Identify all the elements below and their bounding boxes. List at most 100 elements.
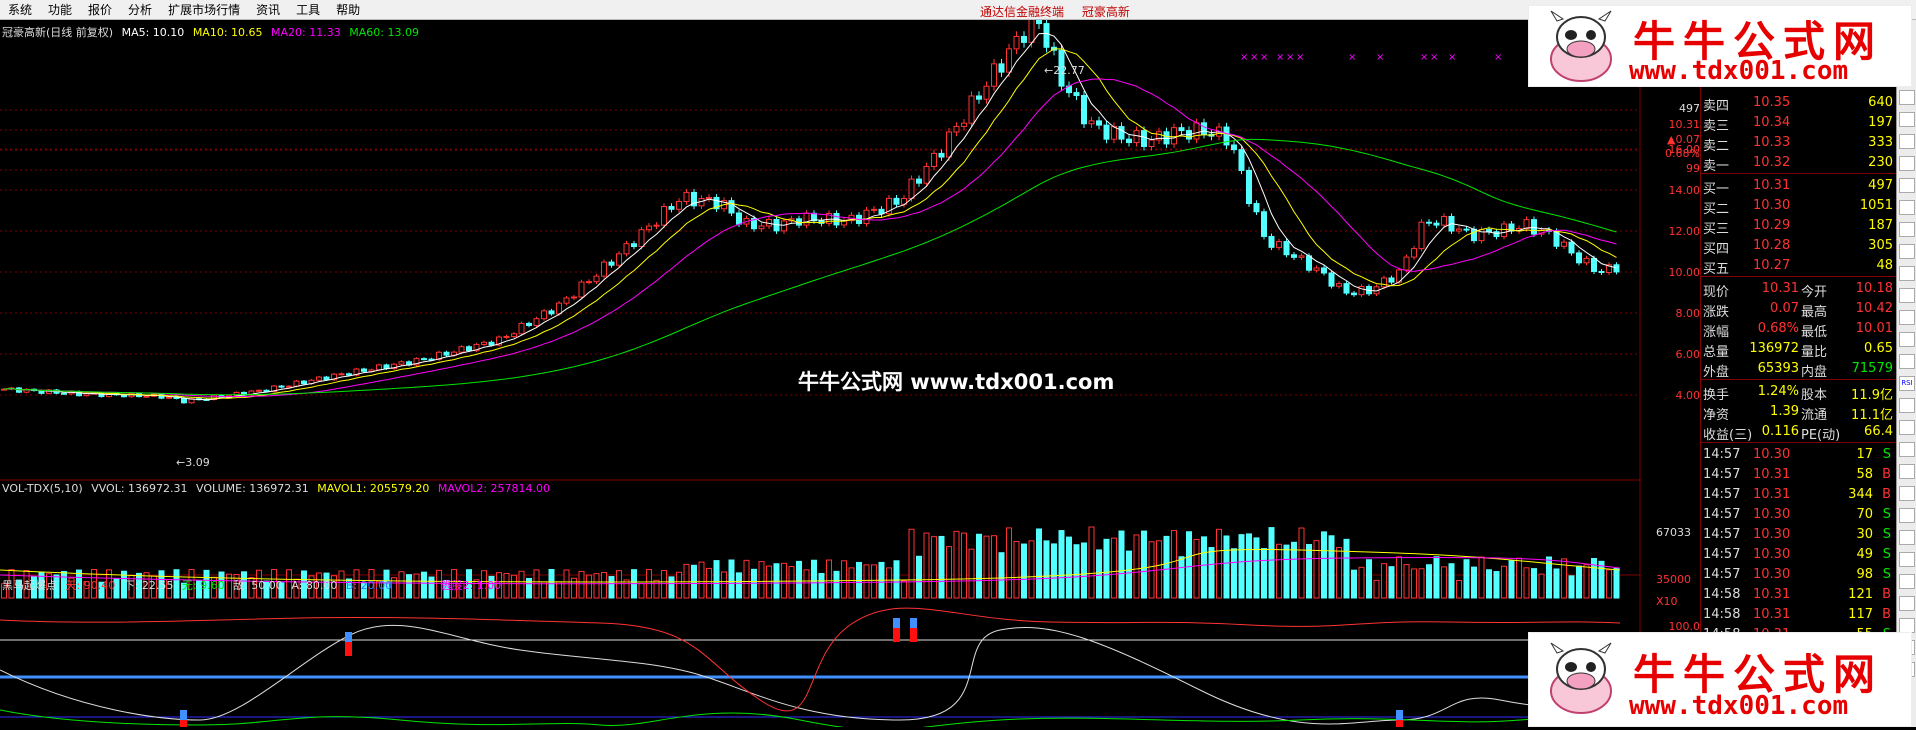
volume-bar [1253, 537, 1260, 599]
ma60-label: MA60: 13.09 [349, 26, 419, 39]
candle-body [1426, 221, 1432, 224]
volume-bar [676, 571, 682, 599]
toolbar-button[interactable] [1899, 332, 1915, 347]
toolbar-button[interactable] [1899, 178, 1915, 193]
volume-bar [1036, 528, 1042, 599]
signal-marker: × [1276, 52, 1284, 63]
toolbar-button[interactable] [1899, 266, 1915, 281]
toolbar-button[interactable] [1899, 156, 1915, 171]
toolbar-button[interactable] [1899, 486, 1915, 501]
tick-price: 10.30 [1753, 547, 1791, 562]
toolbar-button[interactable] [1899, 354, 1915, 369]
candle-body [1351, 292, 1357, 296]
candle-body [1013, 35, 1020, 50]
stat-label: 总量 [1703, 345, 1730, 360]
menu-function[interactable]: 功能 [40, 1, 80, 18]
menu-analysis[interactable]: 分析 [120, 1, 160, 18]
ind-title: 黑马起爆点 [2, 579, 57, 592]
toolbar-button[interactable] [1899, 420, 1915, 435]
stat-row: 收益(三) 0.116 PE(动) 66.4 [1701, 422, 1897, 443]
candle-body [1253, 203, 1260, 213]
volume-bar [1463, 559, 1470, 599]
volume-bar [511, 574, 517, 599]
signal-marker: × [1348, 52, 1356, 63]
toolbar-button[interactable] [1899, 288, 1915, 303]
candle-body [1246, 169, 1252, 205]
ask-label: 卖四 [1703, 99, 1730, 114]
toolbar-button[interactable] [1899, 244, 1915, 259]
stat-value: 1.24% [1757, 384, 1799, 399]
quote-panel: 卖四 10.35 640 卖三 10.34 197 卖二 10.33 333 卖一 10.32 230… [1700, 20, 1897, 727]
volume-bar [803, 569, 810, 599]
toolbar-button[interactable] [1899, 398, 1915, 413]
candle-body [1523, 219, 1530, 230]
toolbar-button[interactable] [1899, 222, 1915, 237]
volume-bar [953, 530, 960, 599]
toolbar-button[interactable] [1899, 530, 1915, 545]
tick-side: B [1882, 467, 1891, 482]
candle-body [1463, 228, 1470, 231]
chart-area[interactable]: 16.00 14.00 12.00 10.00 8.00 6.00 4.00 497 10.31… [0, 11, 1700, 730]
logo-url: www.tdx001.com [1629, 691, 1849, 721]
signal-blue [910, 618, 917, 628]
vvol-label: VVOL: 136972.31 [91, 482, 188, 495]
candle-body [923, 165, 930, 184]
volume-bar [518, 570, 525, 599]
toolbar-button[interactable] [1899, 618, 1915, 633]
toolbar-button[interactable] [1899, 508, 1915, 523]
cow-logo-icon [1550, 10, 1612, 82]
menu-quote[interactable]: 报价 [80, 1, 120, 18]
signal-marker: × [1260, 52, 1268, 63]
volume-bar [758, 561, 765, 599]
ind-c: 无: 9.60 [181, 579, 225, 592]
cow-logo-icon [1550, 642, 1612, 714]
candle-body [706, 196, 712, 200]
stat-label: 内盘 [1801, 365, 1828, 380]
toolbar-button[interactable] [1899, 200, 1915, 215]
candle-body [1283, 241, 1290, 256]
candle-body [931, 152, 937, 167]
toolbar-button[interactable] [1899, 574, 1915, 589]
volume-bar [586, 574, 592, 599]
candle-body [1268, 235, 1275, 248]
menu-system[interactable]: 系统 [0, 1, 40, 18]
volume-bar [1321, 531, 1327, 599]
volume-bar [526, 577, 532, 599]
stat-row: 换手 1.24% 股本 11.9亿 [1701, 382, 1897, 403]
candle-body [1021, 35, 1027, 43]
toolbar-button[interactable] [1899, 90, 1915, 105]
volume-bar [1066, 536, 1072, 599]
app-name: 通达信金融终端 [980, 5, 1065, 19]
toolbar-button[interactable] [1899, 112, 1915, 127]
menu-help[interactable]: 帮助 [328, 1, 368, 18]
volume-label: VOLUME: 136972.31 [196, 482, 309, 495]
toolbar-button[interactable] [1899, 310, 1915, 325]
toolbar-button[interactable] [1899, 596, 1915, 611]
toolbar-button[interactable] [1899, 464, 1915, 479]
toolbar-button[interactable] [1899, 442, 1915, 457]
volume-bar [736, 572, 742, 599]
bid-row: 买三 10.29 187 [1701, 216, 1897, 237]
candle-body [143, 395, 150, 398]
candle-body [1576, 252, 1582, 264]
candle-body [983, 85, 990, 100]
toolbar-button[interactable]: RSI [1899, 376, 1915, 391]
menu-info[interactable]: 资讯 [248, 1, 288, 18]
menu-extended-market[interactable]: 扩展市场行情 [160, 1, 248, 18]
volume-bar [1538, 573, 1545, 599]
stat-value: 10.01 [1855, 321, 1893, 336]
volume-bar [661, 569, 667, 599]
candle-body [1613, 264, 1620, 273]
bid-volume: 1051 [1859, 198, 1893, 213]
menu-tools[interactable]: 工具 [288, 1, 328, 18]
volume-bar [1223, 535, 1230, 599]
toolbar-button[interactable] [1899, 134, 1915, 149]
tick-volume: 98 [1856, 567, 1873, 582]
volume-bar [1381, 563, 1387, 599]
candle-body [278, 385, 285, 388]
volume-bar [556, 581, 562, 599]
volume-bar [1328, 535, 1335, 599]
toolbar-button[interactable] [1899, 552, 1915, 567]
volume-bar [901, 580, 907, 599]
volume-bar [1501, 565, 1507, 599]
